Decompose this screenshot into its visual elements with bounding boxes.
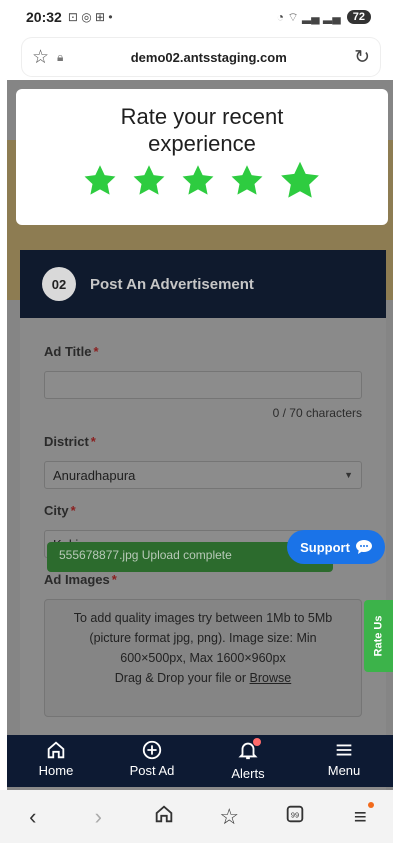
rate-us-tab[interactable]: Rate Us xyxy=(364,600,393,672)
image-dropzone[interactable]: To add quality images try between 1Mb to… xyxy=(44,599,362,717)
app-bottom-nav: Home Post Ad Alerts Menu xyxy=(7,735,393,787)
status-bar: 20:32 ⊡ ◎ ⊞ • ◔ ⌔ ▂▄ ▂▄ 72 xyxy=(0,0,393,34)
ad-images-label-text: Ad Images xyxy=(44,572,110,587)
caret-down-icon: ▼ xyxy=(344,470,353,480)
star-icon-5[interactable] xyxy=(278,159,322,203)
required-mark: * xyxy=(70,503,76,518)
form-title: Post An Advertisement xyxy=(90,275,254,293)
rate-us-label: Rate Us xyxy=(372,615,385,657)
support-button[interactable]: Support xyxy=(287,530,385,564)
rating-stars xyxy=(16,161,388,203)
district-label: District * xyxy=(44,434,362,449)
bookmark-star-icon[interactable]: ☆ xyxy=(32,46,49,69)
house-icon xyxy=(155,804,172,822)
browser-menu-icon[interactable]: ≡ xyxy=(340,801,380,830)
notification-dot xyxy=(253,738,261,746)
ad-images-label: Ad Images * xyxy=(44,572,362,587)
city-label: City * xyxy=(44,503,362,518)
back-icon[interactable]: ‹ xyxy=(13,804,53,830)
ad-title-label: Ad Title * xyxy=(44,344,362,359)
hamburger-icon xyxy=(336,744,352,756)
nav-home[interactable]: Home xyxy=(21,739,91,787)
nav-menu[interactable]: Menu xyxy=(309,739,379,787)
nav-home-label: Home xyxy=(38,763,74,778)
char-counter: 0 / 70 characters xyxy=(272,406,362,420)
district-value: Anuradhapura xyxy=(53,467,136,483)
signal-icons: ◔ ⌔ ▂▄ ▂▄ xyxy=(276,9,341,24)
tabs-count: 99 xyxy=(291,810,299,819)
form-header: 02 Post An Advertisement xyxy=(20,250,386,318)
rating-title: Rate your recent experience xyxy=(120,104,284,156)
required-mark: * xyxy=(93,344,99,359)
district-select[interactable]: Anuradhapura ▼ xyxy=(44,461,362,489)
forward-icon[interactable]: › xyxy=(78,804,118,830)
clock: 20:32 xyxy=(26,9,62,25)
nav-menu-label: Menu xyxy=(327,763,361,778)
star-icon-2[interactable] xyxy=(131,163,167,199)
bookmarks-icon[interactable]: ☆ xyxy=(209,804,249,830)
nav-alerts[interactable]: Alerts xyxy=(213,738,283,787)
post-ad-form: 02 Post An Advertisement Ad Title * 0 / 7… xyxy=(20,250,386,790)
dropzone-drop-line: Drag & Drop your file or Browse xyxy=(55,668,351,688)
form-body: Ad Title * 0 / 70 characters District * An… xyxy=(20,318,386,717)
browse-link[interactable]: Browse xyxy=(250,671,292,685)
nav-post-ad[interactable]: Post Ad xyxy=(117,739,187,787)
star-icon-1[interactable] xyxy=(82,163,118,199)
step-badge: 02 xyxy=(42,267,76,301)
support-label: Support xyxy=(300,539,350,555)
tab-square-icon: 99 xyxy=(286,805,303,822)
required-mark: * xyxy=(90,434,96,449)
star-icon-4[interactable] xyxy=(229,163,265,199)
home-icon xyxy=(47,741,65,759)
reload-icon[interactable]: ↻ xyxy=(354,46,370,69)
drop-text: Drag & Drop your file or xyxy=(114,671,247,685)
city-label-text: City xyxy=(44,503,69,518)
menu-badge-dot xyxy=(368,801,375,808)
nav-alerts-label: Alerts xyxy=(231,766,265,781)
dropzone-hint: To add quality images try between 1Mb to… xyxy=(73,611,333,665)
chat-bubble-icon xyxy=(355,540,372,554)
page-viewport: Rate your recent experience 02 Post An A… xyxy=(7,80,393,790)
required-mark: * xyxy=(111,572,117,587)
ad-title-input[interactable] xyxy=(44,371,362,399)
tabs-icon[interactable]: 99 xyxy=(275,803,315,831)
plus-circle-icon xyxy=(142,740,162,760)
browser-url-bar[interactable]: ☆ 🔒︎ demo02.antsstaging.com ↻ xyxy=(22,38,380,76)
battery-indicator: 72 xyxy=(346,10,371,24)
bell-wrap xyxy=(237,738,261,764)
notification-icons: ⊡ ◎ ⊞ • xyxy=(67,10,113,24)
rating-popup: Rate your recent experience xyxy=(16,89,388,225)
district-label-text: District xyxy=(44,434,89,449)
browser-toolbar: ‹ › ☆ 99 ≡ xyxy=(0,790,393,843)
url-text[interactable]: demo02.antsstaging.com xyxy=(63,50,354,65)
ad-title-label-text: Ad Title xyxy=(44,344,92,359)
nav-post-ad-label: Post Ad xyxy=(129,763,175,778)
star-icon-3[interactable] xyxy=(180,163,216,199)
browser-home-icon[interactable] xyxy=(144,803,184,831)
